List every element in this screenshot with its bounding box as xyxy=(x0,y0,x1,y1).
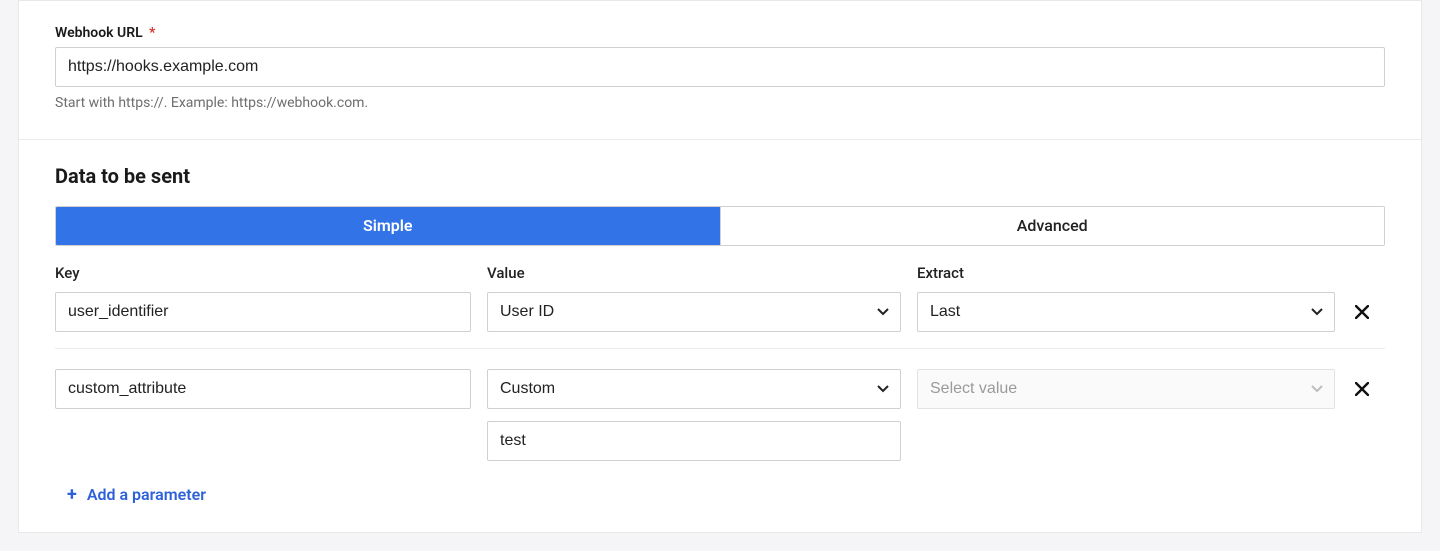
required-asterisk: * xyxy=(149,25,155,41)
extract-select[interactable]: Select value xyxy=(917,369,1335,409)
columns-header: Key Value Extract xyxy=(55,264,1385,282)
remove-row-button[interactable] xyxy=(1351,292,1373,332)
custom-value-input[interactable] xyxy=(487,421,901,461)
value-select[interactable]: Custom xyxy=(487,369,901,409)
close-icon xyxy=(1355,382,1369,396)
extract-select-text: Select value xyxy=(930,380,1017,398)
webhook-url-helper: Start with https://. Example: https://we… xyxy=(55,95,1385,111)
column-header-extract: Extract xyxy=(917,264,1335,282)
value-select[interactable]: User ID xyxy=(487,292,901,332)
webhook-url-input[interactable] xyxy=(55,47,1385,87)
remove-row-button[interactable] xyxy=(1351,369,1373,409)
webhook-url-label-text: Webhook URL xyxy=(55,25,143,41)
parameter-row: Custom Select value xyxy=(55,365,1385,477)
add-parameter-label: Add a parameter xyxy=(87,485,206,504)
parameter-row: User ID Last xyxy=(55,288,1385,348)
webhook-url-label: Webhook URL * xyxy=(55,25,1385,41)
value-select-text: User ID xyxy=(500,303,554,321)
form-card: Webhook URL * Start with https://. Examp… xyxy=(18,0,1422,533)
key-input[interactable] xyxy=(55,292,471,332)
key-input[interactable] xyxy=(55,369,471,409)
row-divider xyxy=(55,348,1385,349)
extract-select-text: Last xyxy=(930,303,960,321)
data-section-title: Data to be sent xyxy=(55,164,1385,188)
column-header-value: Value xyxy=(487,264,901,282)
data-to-be-sent-section: Data to be sent Simple Advanced Key Valu… xyxy=(19,139,1421,532)
plus-icon: + xyxy=(67,486,77,504)
tab-advanced[interactable]: Advanced xyxy=(720,207,1385,245)
close-icon xyxy=(1355,305,1369,319)
column-header-key: Key xyxy=(55,264,471,282)
add-parameter-button[interactable]: + Add a parameter xyxy=(67,485,206,504)
webhook-url-section: Webhook URL * Start with https://. Examp… xyxy=(19,1,1421,139)
extract-select[interactable]: Last xyxy=(917,292,1335,332)
mode-tabs: Simple Advanced xyxy=(55,206,1385,246)
value-select-text: Custom xyxy=(500,380,555,398)
tab-simple[interactable]: Simple xyxy=(56,207,720,245)
